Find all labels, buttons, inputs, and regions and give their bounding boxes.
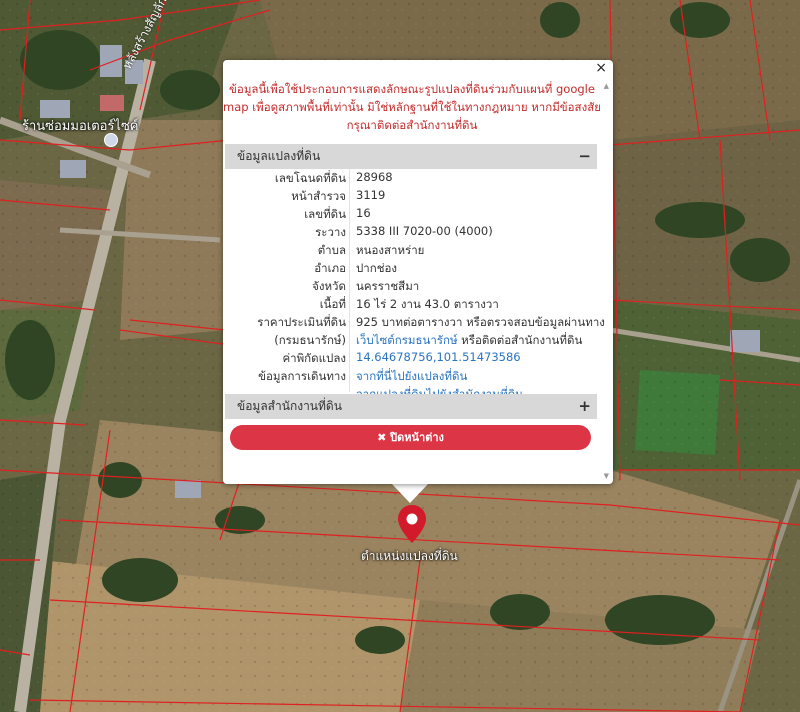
place-marker-icon[interactable]	[104, 133, 118, 147]
pin-label: ตำแหน่งแปลงที่ดิน	[361, 549, 458, 563]
row-label: ระวาง	[315, 225, 346, 239]
popup-arrow	[391, 483, 429, 503]
table-row: อำเภอ ปากช่อง	[225, 259, 597, 277]
collapse-icon[interactable]: −	[578, 144, 591, 169]
row-label: อำเภอ	[314, 261, 346, 275]
expand-icon[interactable]: +	[578, 394, 591, 419]
row-value: ปากช่อง	[356, 261, 398, 275]
coords-row: ค่าพิกัดแปลง 14.64678756,101.51473586	[225, 349, 597, 367]
scroll-down-icon[interactable]: ▼	[604, 472, 609, 480]
table-row: เลขโฉนดที่ดิน 28968	[225, 169, 597, 187]
section-title: ข้อมูลแปลงที่ดิน	[237, 149, 321, 163]
table-row: ตำบล หนองสาหร่าย	[225, 241, 597, 259]
close-window-button[interactable]: ✖ ปิดหน้าต่าง	[230, 425, 591, 450]
parcel-info-table: เลขโฉนดที่ดิน 28968 หน้าสำรวจ 3119 เลขที่ด…	[225, 169, 605, 403]
row-label: เลขที่ดิน	[304, 207, 346, 221]
price-row: ราคาประเมินที่ดิน (กรมธนารักษ์) 925 บาทต…	[225, 313, 605, 349]
row-value: หนองสาหร่าย	[356, 243, 425, 257]
row-value: 16 ไร่ 2 งาน 43.0 ตารางวา	[356, 297, 499, 311]
directions-to-parcel-link[interactable]: จากที่นี่ไปยังแปลงที่ดิน	[356, 369, 467, 383]
row-label: ตำบล	[317, 243, 346, 257]
disclaimer-notice: ข้อมูลนี้เพื่อใช้ประกอบการแสดงลักษณะรูปแ…	[223, 82, 601, 132]
table-row: ระวาง 5338 III 7020-00 (4000)	[225, 223, 597, 241]
table-row: หน้าสำรวจ 3119	[225, 187, 597, 205]
row-label: เลขโฉนดที่ดิน	[274, 171, 346, 185]
scroll-up-icon[interactable]: ▲	[604, 82, 609, 90]
row-value: 28968	[356, 170, 393, 184]
treasury-website-link[interactable]: เว็บไซต์กรมธนารักษ์	[356, 333, 458, 347]
price-label: ราคาประเมินที่ดิน	[257, 315, 346, 329]
table-row: จังหวัด นครราชสีมา	[225, 277, 597, 295]
close-icon[interactable]: ×	[595, 60, 607, 76]
row-value: นครราชสีมา	[356, 279, 420, 293]
section-parcel-info[interactable]: ข้อมูลแปลงที่ดิน −	[225, 144, 597, 169]
price-suffix: หรือติดต่อสำนักงานที่ดิน	[457, 333, 583, 347]
directions-label: ข้อมูลการเดินทาง	[258, 369, 346, 383]
section-title: ข้อมูลสำนักงานที่ดิน	[237, 399, 342, 413]
price-label-sub: (กรมธนารักษ์)	[274, 333, 346, 347]
table-row: เนื้อที่ 16 ไร่ 2 งาน 43.0 ตารางวา	[225, 295, 597, 313]
row-label: จังหวัด	[312, 279, 346, 293]
row-value: 5338 III 7020-00 (4000)	[356, 224, 493, 238]
close-button-label: ปิดหน้าต่าง	[390, 431, 444, 444]
table-row: เลขที่ดิน 16	[225, 205, 597, 223]
row-label: หน้าสำรวจ	[291, 189, 346, 203]
coords-link[interactable]: 14.64678756,101.51473586	[356, 350, 521, 364]
parcel-info-popup: × ▲ ▼ ข้อมูลนี้เพื่อใช้ประกอบการแสดงลักษ…	[223, 60, 613, 484]
row-value: 3119	[356, 188, 386, 202]
row-value: 16	[356, 206, 371, 220]
coords-label: ค่าพิกัดแปลง	[282, 351, 346, 365]
row-label: เนื้อที่	[319, 297, 346, 311]
place-label: ร้านซ่อมมอเตอร์ไซค์	[22, 119, 139, 134]
price-value: 925 บาทต่อตารางวา หรือตรวจสอบข้อมูลผ่านท…	[356, 315, 605, 329]
close-icon: ✖	[377, 431, 387, 444]
section-land-office[interactable]: ข้อมูลสำนักงานที่ดิน +	[225, 394, 597, 419]
